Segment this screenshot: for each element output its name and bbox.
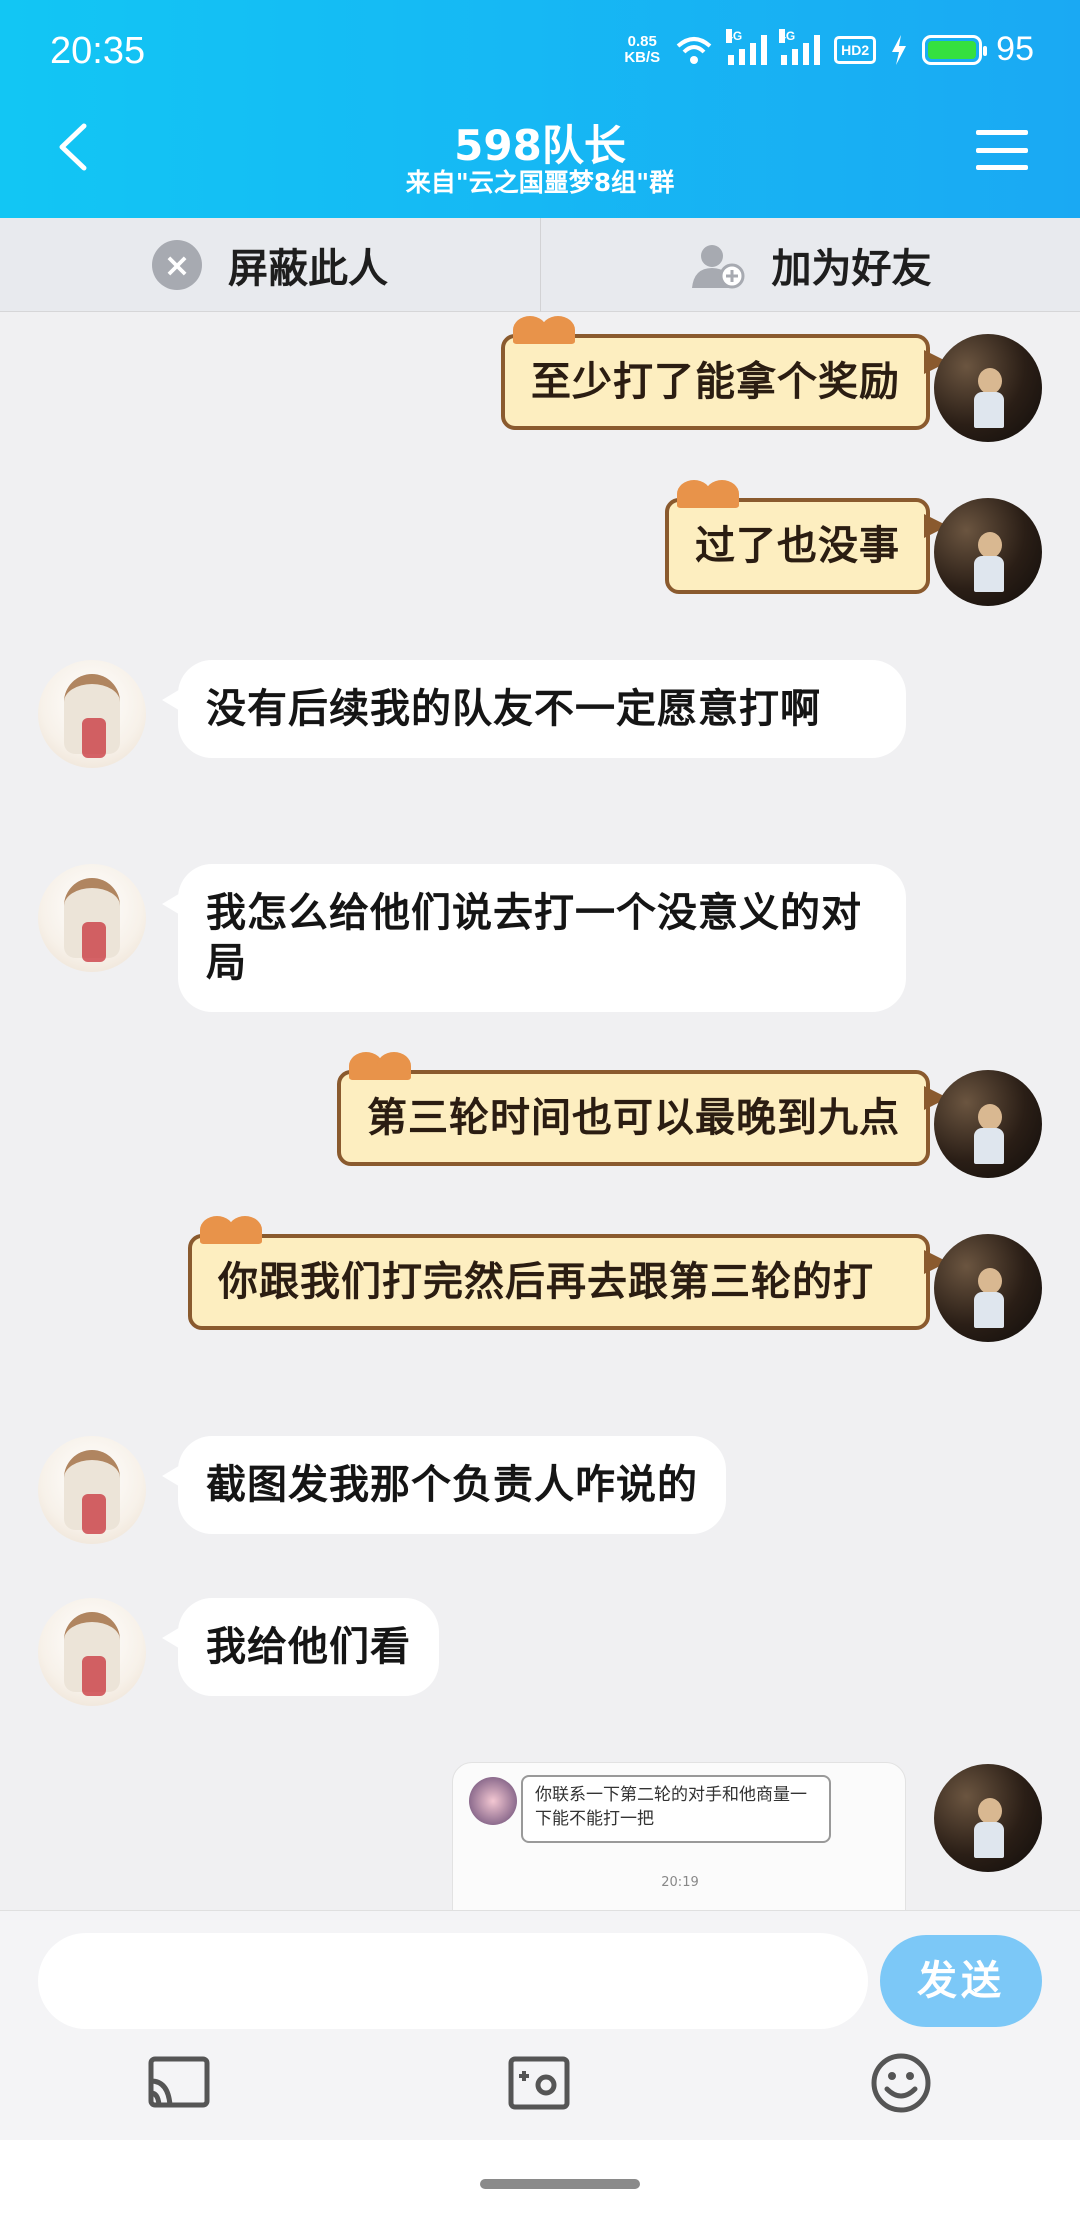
menu-icon[interactable]: [976, 130, 1028, 170]
message-text: 我给他们看: [206, 1624, 411, 1670]
screenshot-image-message[interactable]: 你联系一下第二轮的对手和他商量一下能不能打一把 20:19: [452, 1762, 906, 1910]
contact-avatar[interactable]: [38, 1598, 146, 1706]
add-friend-icon: [691, 245, 744, 289]
status-icons: 0.85 KB/S 4G 4G HD2 95: [624, 28, 1034, 69]
message-input[interactable]: [38, 1933, 868, 2029]
charging-icon: [892, 34, 907, 65]
signal-1-icon: 4G: [726, 28, 768, 65]
add-friend-button[interactable]: 加为好友: [540, 218, 1080, 312]
cast-icon[interactable]: [146, 2051, 212, 2115]
my-avatar[interactable]: [934, 334, 1042, 442]
contact-avatar[interactable]: [38, 1436, 146, 1544]
hd-icon: HD2: [834, 35, 877, 64]
status-time: 20:35: [50, 30, 146, 72]
camera-icon[interactable]: [506, 2051, 572, 2115]
sim2-tag: 4G: [779, 28, 796, 43]
my-avatar[interactable]: [934, 1234, 1042, 1342]
action-bar: × 屏蔽此人 加为好友: [0, 218, 1080, 312]
net-speed-value: 0.85: [627, 32, 657, 50]
contact-message-bubble[interactable]: 我怎么给他们说去打一个没意义的对局: [162, 864, 906, 1012]
status-bar: 20:35 0.85 KB/S 4G 4G HD2 95: [0, 0, 1080, 110]
home-indicator[interactable]: [480, 2179, 640, 2189]
message-text: 你跟我们打完然后再去跟第三轮的打: [218, 1259, 874, 1305]
screenshot-avatar: [469, 1777, 517, 1825]
message-text: 没有后续我的队友不一定愿意打啊: [206, 686, 821, 732]
my-avatar[interactable]: [934, 1070, 1042, 1178]
chat-header: 20:35 0.85 KB/S 4G 4G HD2 95 598队长 来自"云之…: [0, 0, 1080, 218]
block-user-label: 屏蔽此人: [228, 246, 388, 292]
group-subtitle: 来自"云之国噩梦8组"群: [405, 168, 675, 197]
chat-area[interactable]: 至少打了能拿个奖励 过了也没事 没有后续我的队友不一定愿意打啊 我怎么给他们说去…: [0, 312, 1080, 1910]
message-text: 截图发我那个负责人咋说的: [206, 1462, 698, 1508]
net-speed: 0.85 KB/S: [624, 32, 661, 66]
message-text: 至少打了能拿个奖励: [531, 359, 900, 405]
wifi-icon: [676, 36, 712, 64]
screenshot-bubble: 你联系一下第二轮的对手和他商量一下能不能打一把: [521, 1775, 831, 1843]
contact-avatar[interactable]: [38, 864, 146, 972]
message-text: 第三轮时间也可以最晚到九点: [367, 1095, 900, 1141]
battery-icon: [922, 34, 988, 65]
add-friend-label: 加为好友: [771, 246, 932, 292]
block-user-button[interactable]: × 屏蔽此人: [0, 218, 540, 312]
input-bar: 发送: [0, 1910, 1080, 2140]
block-icon: ×: [152, 240, 202, 290]
contact-message-bubble[interactable]: 我给他们看: [162, 1598, 439, 1696]
system-nav-bar: [0, 2140, 1080, 2232]
contact-message-bubble[interactable]: 没有后续我的队友不一定愿意打啊: [162, 660, 906, 758]
net-speed-unit: KB/S: [624, 48, 661, 66]
my-avatar[interactable]: [934, 1764, 1042, 1872]
contact-message-bubble[interactable]: 截图发我那个负责人咋说的: [162, 1436, 726, 1534]
my-message-bubble[interactable]: 至少打了能拿个奖励: [501, 316, 948, 430]
emoji-icon[interactable]: [868, 2051, 934, 2115]
screenshot-time: 20:19: [661, 1875, 699, 1890]
signal-2-icon: 4G: [779, 28, 821, 65]
my-message-bubble[interactable]: 你跟我们打完然后再去跟第三轮的打: [188, 1216, 948, 1330]
message-text: 我怎么给他们说去打一个没意义的对局: [206, 890, 862, 986]
sim1-tag: 4G: [726, 28, 743, 43]
message-text: 过了也没事: [695, 523, 900, 569]
contact-avatar[interactable]: [38, 660, 146, 768]
send-button[interactable]: 发送: [880, 1935, 1042, 2027]
my-message-bubble[interactable]: 过了也没事: [665, 480, 948, 594]
my-message-bubble[interactable]: 第三轮时间也可以最晚到九点: [337, 1052, 948, 1166]
my-avatar[interactable]: [934, 498, 1042, 606]
battery-level: 95: [996, 30, 1034, 68]
